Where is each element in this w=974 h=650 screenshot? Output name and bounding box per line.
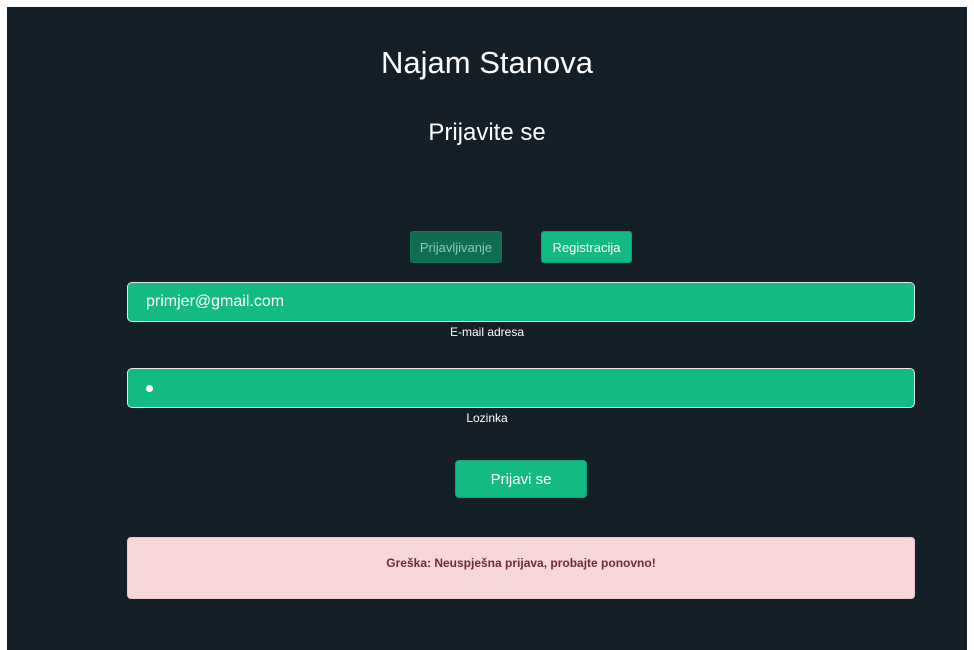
password-label: Lozinka [466, 411, 508, 425]
tab-login[interactable]: Prijavljivanje [410, 231, 502, 263]
login-page: Najam Stanova Prijavite se Prijavljivanj… [7, 7, 967, 650]
password-field[interactable] [127, 368, 915, 408]
login-heading: Prijavite se [428, 119, 546, 146]
error-message: Greška: Neuspješna prijava, probajte pon… [386, 556, 656, 570]
email-value: primjer@gmail.com [146, 293, 285, 310]
tab-registration[interactable]: Registracija [541, 231, 632, 263]
login-button[interactable]: Prijavi se [455, 460, 587, 498]
error-alert: Greška: Neuspješna prijava, probajte pon… [127, 537, 915, 599]
email-field[interactable]: primjer@gmail.com [127, 282, 915, 322]
password-mask-dot [146, 384, 153, 392]
email-label: E-mail adresa [449, 325, 525, 339]
page-title: Najam Stanova [381, 45, 593, 80]
